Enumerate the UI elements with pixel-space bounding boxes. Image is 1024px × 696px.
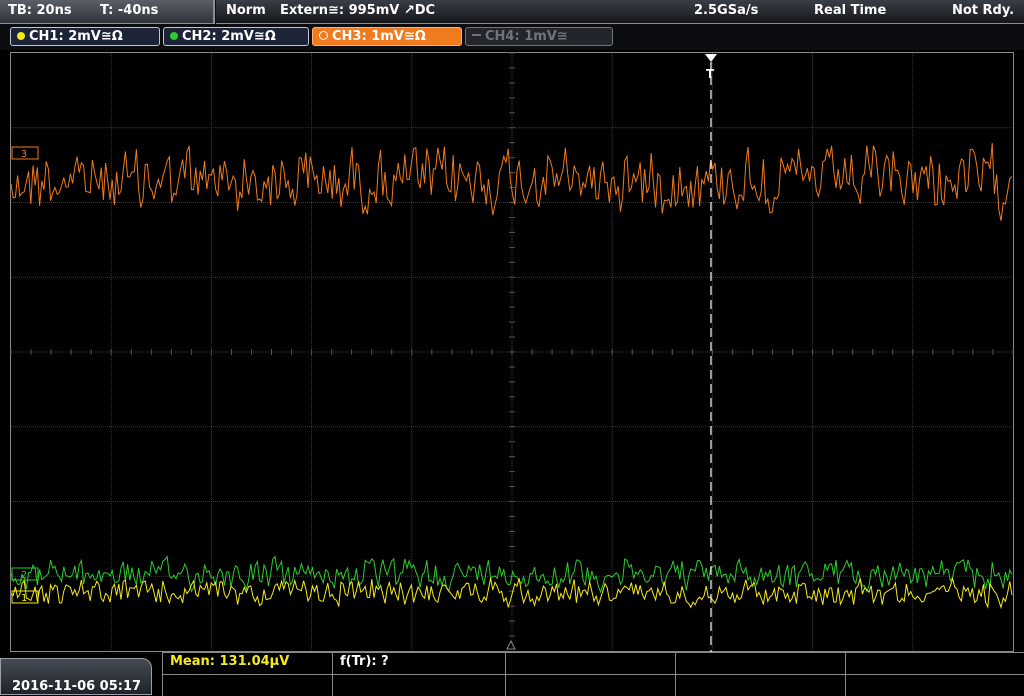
measurement-table[interactable] bbox=[162, 652, 1024, 696]
mean-measurement: Mean: 131.04µV bbox=[170, 654, 290, 669]
measurement-bar: 2016-11-06 05:17 bbox=[0, 652, 1024, 696]
datetime-panel[interactable]: 2016-11-06 05:17 bbox=[0, 658, 152, 695]
channel-1-marker-label: 1 bbox=[21, 593, 27, 604]
trigger-position-marker-icon[interactable] bbox=[705, 54, 717, 62]
frequency-measurement: f(Tr): ? bbox=[340, 654, 389, 669]
datetime-label: 2016-11-06 05:17 bbox=[12, 679, 142, 694]
graticule bbox=[10, 52, 1014, 651]
horizontal-center-marker-icon bbox=[506, 639, 516, 650]
trigger-marker-label: T bbox=[706, 67, 715, 81]
waveform-canvas: T 3 2 1 bbox=[10, 52, 1014, 652]
divider bbox=[162, 674, 1024, 675]
channel-2-marker-label: 2 bbox=[21, 570, 27, 581]
channel-3-marker-label: 3 bbox=[21, 149, 27, 160]
